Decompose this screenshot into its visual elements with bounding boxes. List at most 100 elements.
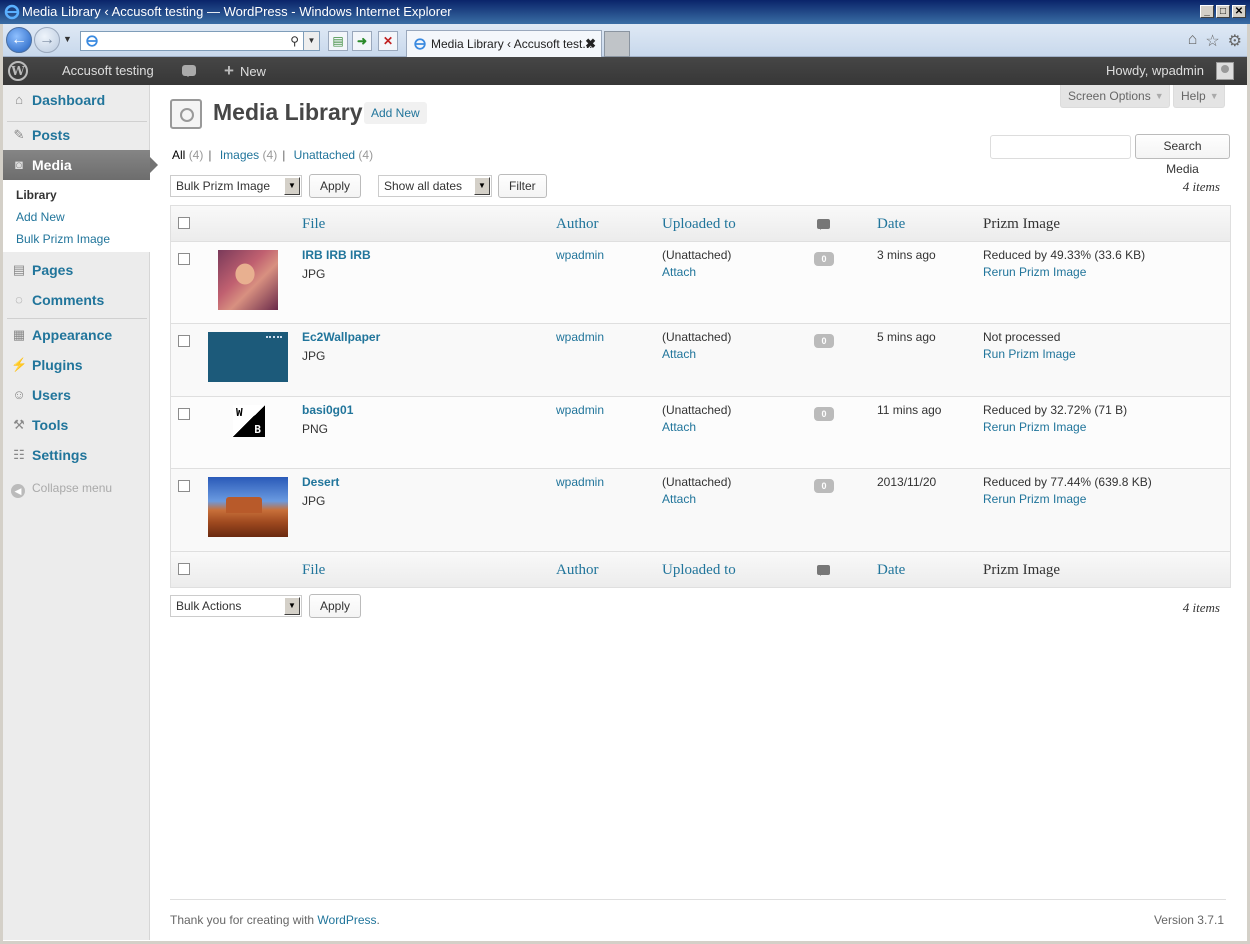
minimize-button[interactable]: _ [1200, 5, 1214, 18]
submenu-library[interactable]: Library [16, 188, 57, 202]
maximize-button[interactable]: □ [1216, 5, 1230, 18]
tools-gear-icon[interactable]: ⚙ [1228, 31, 1242, 51]
prizm-action-link[interactable]: Rerun Prizm Image [983, 492, 1086, 506]
menu-item-users[interactable]: ☺ Users [3, 380, 150, 410]
add-new-media-button[interactable]: Add New [364, 102, 427, 124]
chevron-down-icon[interactable]: ▼ [284, 177, 300, 195]
attach-link[interactable]: Attach [662, 420, 696, 434]
select-all-checkbox-bottom[interactable] [178, 563, 190, 575]
wordpress-logo-icon[interactable]: W [8, 61, 28, 81]
column-uploaded-to[interactable]: Uploaded to [662, 206, 736, 242]
browser-tab[interactable]: Media Library ‹ Accusoft test... ✖ [406, 30, 602, 57]
column-file[interactable]: File [302, 206, 325, 242]
row-checkbox[interactable] [178, 335, 190, 347]
menu-item-plugins[interactable]: ⚡ Plugins [3, 350, 150, 380]
comment-count-bubble[interactable]: 0 [814, 334, 834, 348]
filter-images-link[interactable]: Images [220, 148, 259, 162]
back-button[interactable]: ← [6, 27, 32, 53]
column-author[interactable]: Author [556, 206, 599, 242]
column-author-footer[interactable]: Author [556, 552, 599, 588]
address-dropdown-icon[interactable]: ▼ [303, 32, 319, 50]
chevron-down-icon[interactable]: ▼ [474, 177, 490, 195]
apply-button-bottom[interactable]: Apply [309, 594, 362, 618]
menu-item-tools[interactable]: ⚒ Tools [3, 410, 150, 440]
submenu-add-new[interactable]: Add New [16, 210, 65, 224]
menu-item-pages[interactable]: ▤ Pages [3, 255, 150, 285]
bulk-action-select-bottom[interactable]: Bulk Actions ▼ [170, 595, 302, 617]
row-checkbox[interactable] [178, 480, 190, 492]
search-media-button[interactable]: Search Media [1135, 134, 1230, 176]
row-checkbox[interactable] [178, 408, 190, 420]
attach-link[interactable]: Attach [662, 265, 696, 279]
chevron-down-icon[interactable]: ▼ [284, 597, 300, 615]
close-window-button[interactable]: ✕ [1232, 5, 1246, 18]
comments-bubble-icon[interactable] [182, 65, 196, 77]
new-tab-button[interactable] [604, 31, 630, 57]
site-name-link[interactable]: Accusoft testing [62, 57, 154, 85]
submenu-bulk-prizm[interactable]: Bulk Prizm Image [16, 232, 110, 246]
bulk-action-select-top[interactable]: Bulk Prizm Image ▼ [170, 175, 302, 197]
menu-item-posts[interactable]: ✎ Posts [3, 120, 150, 150]
apply-button-top[interactable]: Apply [309, 174, 362, 198]
filter-button[interactable]: Filter [498, 174, 547, 198]
author-link[interactable]: wpadmin [556, 475, 604, 489]
wordpress-link[interactable]: WordPress [317, 913, 376, 927]
home-icon[interactable]: ⌂ [1188, 31, 1198, 51]
search-media-input[interactable] [990, 135, 1131, 159]
menu-item-appearance[interactable]: ▦ Appearance [3, 320, 150, 350]
filter-unattached-link[interactable]: Unattached [294, 148, 355, 162]
menu-item-dashboard[interactable]: ⌂ Dashboard [3, 85, 150, 115]
howdy-user-link[interactable]: Howdy, wpadmin [1106, 57, 1204, 85]
file-title-link[interactable]: Ec2Wallpaper [302, 330, 380, 344]
menu-item-settings[interactable]: ☷ Settings [3, 440, 150, 470]
thumbnail-image[interactable] [218, 250, 278, 310]
thumbnail-image[interactable] [208, 477, 288, 537]
filter-all-link[interactable]: All [172, 148, 185, 162]
new-content-link[interactable]: + New [224, 57, 266, 86]
comment-count-bubble[interactable]: 0 [814, 407, 834, 421]
address-bar[interactable]: ⚲ ▼ [80, 31, 320, 51]
go-icon[interactable]: ➜ [352, 31, 372, 51]
select-all-checkbox[interactable] [178, 217, 190, 229]
attach-link[interactable]: Attach [662, 347, 696, 361]
help-button[interactable]: Help ▼ [1173, 85, 1225, 108]
prizm-action-link[interactable]: Run Prizm Image [983, 347, 1076, 361]
column-date-footer[interactable]: Date [877, 552, 905, 588]
avatar[interactable] [1216, 62, 1234, 80]
column-file-footer[interactable]: File [302, 552, 325, 588]
thumbnail-image[interactable]: W B [233, 405, 265, 437]
column-uploaded-to-footer[interactable]: Uploaded to [662, 552, 736, 588]
column-prizm-image: Prizm Image [983, 216, 1061, 232]
comment-count-bubble[interactable]: 0 [814, 479, 834, 493]
table-row: Ec2Wallpaper JPG wpadmin (Unattached) At… [171, 324, 1230, 397]
menu-item-media[interactable]: ◙ Media [3, 150, 158, 180]
file-title-link[interactable]: basi0g01 [302, 403, 353, 417]
file-title-link[interactable]: Desert [302, 475, 339, 489]
author-link[interactable]: wpadmin [556, 403, 604, 417]
comment-count-bubble[interactable]: 0 [814, 252, 834, 266]
history-dropdown-icon[interactable]: ▼ [63, 34, 72, 44]
tab-close-icon[interactable]: ✖ [585, 31, 596, 57]
stop-icon[interactable]: ✕ [378, 31, 398, 51]
comments-column-icon[interactable] [817, 565, 830, 576]
uploaded-to-status: (Unattached) [662, 248, 732, 262]
screen-options-button[interactable]: Screen Options ▼ [1060, 85, 1170, 108]
collapse-menu-button[interactable]: ◀ Collapse menu [11, 480, 112, 498]
favorites-star-icon[interactable]: ☆ [1205, 31, 1219, 51]
thumbnail-image[interactable] [208, 332, 288, 382]
prizm-action-link[interactable]: Rerun Prizm Image [983, 265, 1086, 279]
search-icon[interactable]: ⚲ [290, 34, 299, 48]
row-checkbox[interactable] [178, 253, 190, 265]
file-title-link[interactable]: IRB IRB IRB [302, 248, 371, 262]
forward-button[interactable]: → [34, 27, 60, 53]
author-link[interactable]: wpadmin [556, 330, 604, 344]
comments-column-icon[interactable] [817, 219, 830, 230]
date-filter-select[interactable]: Show all dates ▼ [378, 175, 492, 197]
prizm-action-link[interactable]: Rerun Prizm Image [983, 420, 1086, 434]
attach-link[interactable]: Attach [662, 492, 696, 506]
author-link[interactable]: wpadmin [556, 248, 604, 262]
menu-item-comments[interactable]: ◌ Comments [3, 285, 150, 315]
compatibility-view-icon[interactable]: ▤ [328, 31, 348, 51]
column-date[interactable]: Date [877, 206, 905, 242]
uploaded-to-status: (Unattached) [662, 330, 732, 344]
